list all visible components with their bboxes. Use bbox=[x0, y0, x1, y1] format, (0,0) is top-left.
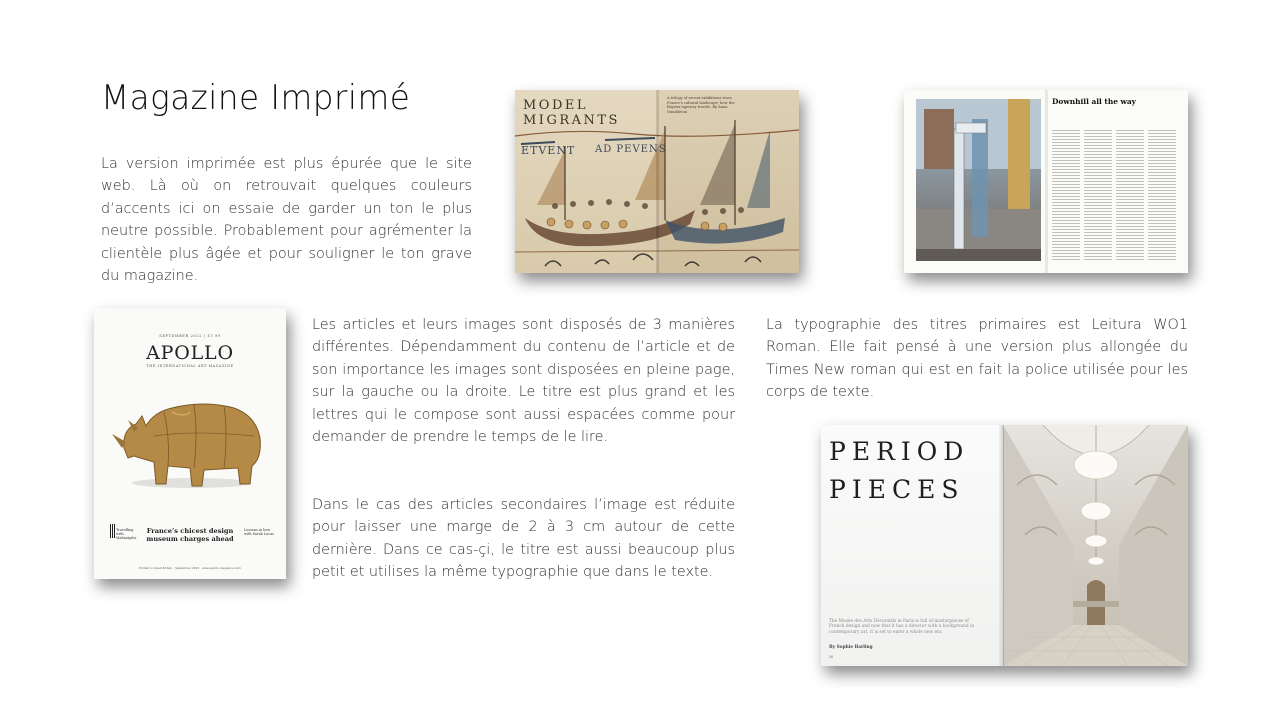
tapestry-heading: MODEL MIGRANTS bbox=[523, 98, 620, 128]
spread-gutter bbox=[999, 425, 1004, 666]
layouts-paragraph: Les articles et leurs images sont dispos… bbox=[312, 317, 735, 446]
downhill-spread-image: Downhill all the way bbox=[904, 90, 1188, 273]
typography-paragraph: La typographie des titres primaires est … bbox=[766, 317, 1188, 401]
cover-headline: France’s chicest design museum charges a… bbox=[146, 527, 234, 543]
gallery-photo bbox=[916, 99, 1041, 261]
svg-text:ETVENT: ETVENT bbox=[521, 144, 575, 157]
cover-side-left: Travelling with Maharajahs bbox=[116, 528, 137, 541]
text-column bbox=[1052, 130, 1080, 262]
spread-gutter bbox=[656, 90, 659, 273]
cover-side-right: Lessons in love with Sarah Lucas bbox=[244, 528, 274, 537]
page-number: 30 bbox=[829, 655, 834, 659]
barcode-icon bbox=[110, 524, 115, 538]
slide: Magazine Imprimé La version imprimée est… bbox=[0, 0, 1280, 720]
period-pieces-byline: By Sophie Barling bbox=[829, 645, 873, 650]
downhill-heading: Downhill all the way bbox=[1052, 97, 1136, 106]
cover-footer: Printed in Great Britain · September 202… bbox=[139, 566, 241, 570]
period-pieces-intro: The Musée des Arts Décoratifs in Paris i… bbox=[829, 619, 975, 635]
gallery-illustration bbox=[916, 99, 1041, 261]
intro-paragraph: La version imprimée est plus épurée que … bbox=[101, 156, 472, 285]
text-column bbox=[1148, 130, 1176, 262]
period-pieces-heading: PERIOD PIECES bbox=[829, 437, 970, 504]
text-column bbox=[1116, 130, 1144, 262]
period-pieces-spread-image: PERIOD PIECES The Musée des Arts Décorat… bbox=[821, 425, 1188, 666]
text-column bbox=[1084, 130, 1112, 262]
slide-title: Magazine Imprimé bbox=[101, 78, 411, 118]
secondary-articles-paragraph: Dans le cas des articles secondaires l’i… bbox=[312, 497, 735, 581]
tapestry-spread-image: ETVENT AD PEVENS MODEL MIGRANTS A trilog… bbox=[515, 90, 799, 273]
museum-hall-illustration bbox=[1003, 425, 1188, 666]
apollo-cover-image: SEPTEMBER 2022 | £7.99 APOLLO THE INTERN… bbox=[94, 308, 286, 579]
tapestry-deck: A trilogy of recent exhibitions trace Fr… bbox=[667, 96, 735, 114]
spread-gutter bbox=[1045, 90, 1048, 273]
